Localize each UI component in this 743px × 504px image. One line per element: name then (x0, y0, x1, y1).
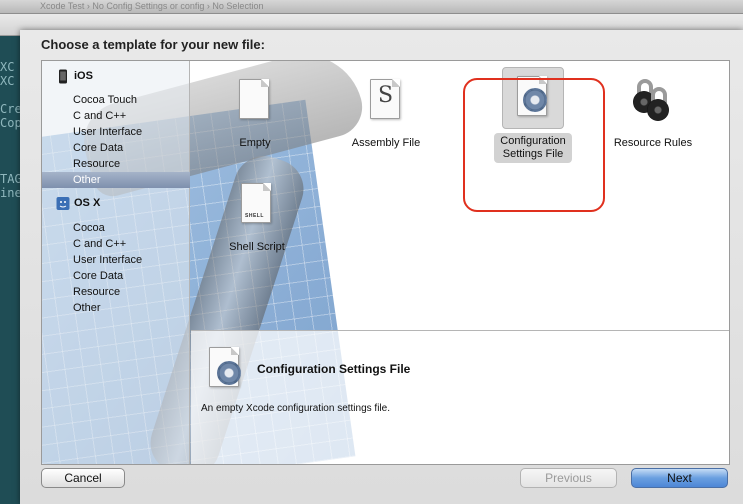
sidebar-item-resource[interactable]: Resource (42, 284, 190, 300)
next-button[interactable]: Next (631, 468, 728, 488)
template-label: Resource Rules (613, 137, 693, 149)
sidebar-group-osx[interactable]: OS X (42, 194, 190, 212)
template-shell-script[interactable]: SHELL Shell Script (219, 177, 295, 254)
sidebar-item-other-selected[interactable]: Other (42, 172, 190, 188)
gear-icon (217, 361, 241, 385)
description-title: Configuration Settings File (257, 362, 411, 376)
sheet-title: Choose a template for your new file: (41, 37, 265, 52)
template-chooser-panel: iOS Cocoa Touch C and C++ User Interface… (41, 60, 730, 465)
template-empty[interactable]: Empty (223, 73, 287, 150)
template-label: Empty (239, 137, 271, 149)
cancel-button[interactable]: Cancel (41, 468, 125, 488)
template-grid: Empty S Assembly File Configuration Setti… (191, 61, 729, 329)
sidebar-group-ios[interactable]: iOS (42, 67, 190, 85)
shell-script-icon: SHELL (231, 177, 283, 237)
iphone-icon (59, 69, 67, 84)
sidebar-item-user-interface[interactable]: User Interface (42, 124, 190, 140)
description-text: An empty Xcode configuration settings fi… (201, 403, 390, 414)
sidebar-item-cocoa[interactable]: Cocoa (42, 220, 190, 236)
sidebar-item-core-data[interactable]: Core Data (42, 268, 190, 284)
template-assembly-file[interactable]: S Assembly File (341, 73, 431, 150)
sidebar-item-cocoa-touch[interactable]: Cocoa Touch (42, 92, 190, 108)
sidebar-item-other[interactable]: Other (42, 300, 190, 316)
background-code: XC XC Cre Cop TAG ine (0, 60, 20, 200)
template-category-sidebar: iOS Cocoa Touch C and C++ User Interface… (42, 61, 190, 464)
sidebar-item-resource[interactable]: Resource (42, 156, 190, 172)
padlock-icon (627, 73, 679, 133)
sidebar-group-label: iOS (74, 70, 93, 82)
new-file-sheet: Choose a template for your new file: iOS… (20, 30, 743, 504)
template-label: Assembly File (351, 137, 421, 149)
background-breadcrumb: Xcode Test › No Config Settings or confi… (40, 1, 264, 11)
sidebar-item-c-and-cpp[interactable]: C and C++ (42, 236, 190, 252)
empty-file-icon (229, 73, 281, 133)
sidebar-item-c-and-cpp[interactable]: C and C++ (42, 108, 190, 124)
previous-button[interactable]: Previous (520, 468, 617, 488)
template-resource-rules[interactable]: Resource Rules (603, 73, 703, 150)
configuration-file-icon (207, 343, 255, 395)
template-label: Shell Script (229, 241, 285, 253)
background-window-titlebar: Xcode Test › No Config Settings or confi… (0, 0, 743, 14)
template-description-area: Configuration Settings File An empty Xco… (191, 330, 729, 464)
sidebar-item-core-data[interactable]: Core Data (42, 140, 190, 156)
sidebar-group-label: OS X (74, 197, 101, 209)
sidebar-item-user-interface[interactable]: User Interface (42, 252, 190, 268)
mac-os-icon (56, 197, 70, 210)
selection-highlight-circle (463, 78, 605, 212)
assembly-file-icon: S (360, 73, 412, 133)
